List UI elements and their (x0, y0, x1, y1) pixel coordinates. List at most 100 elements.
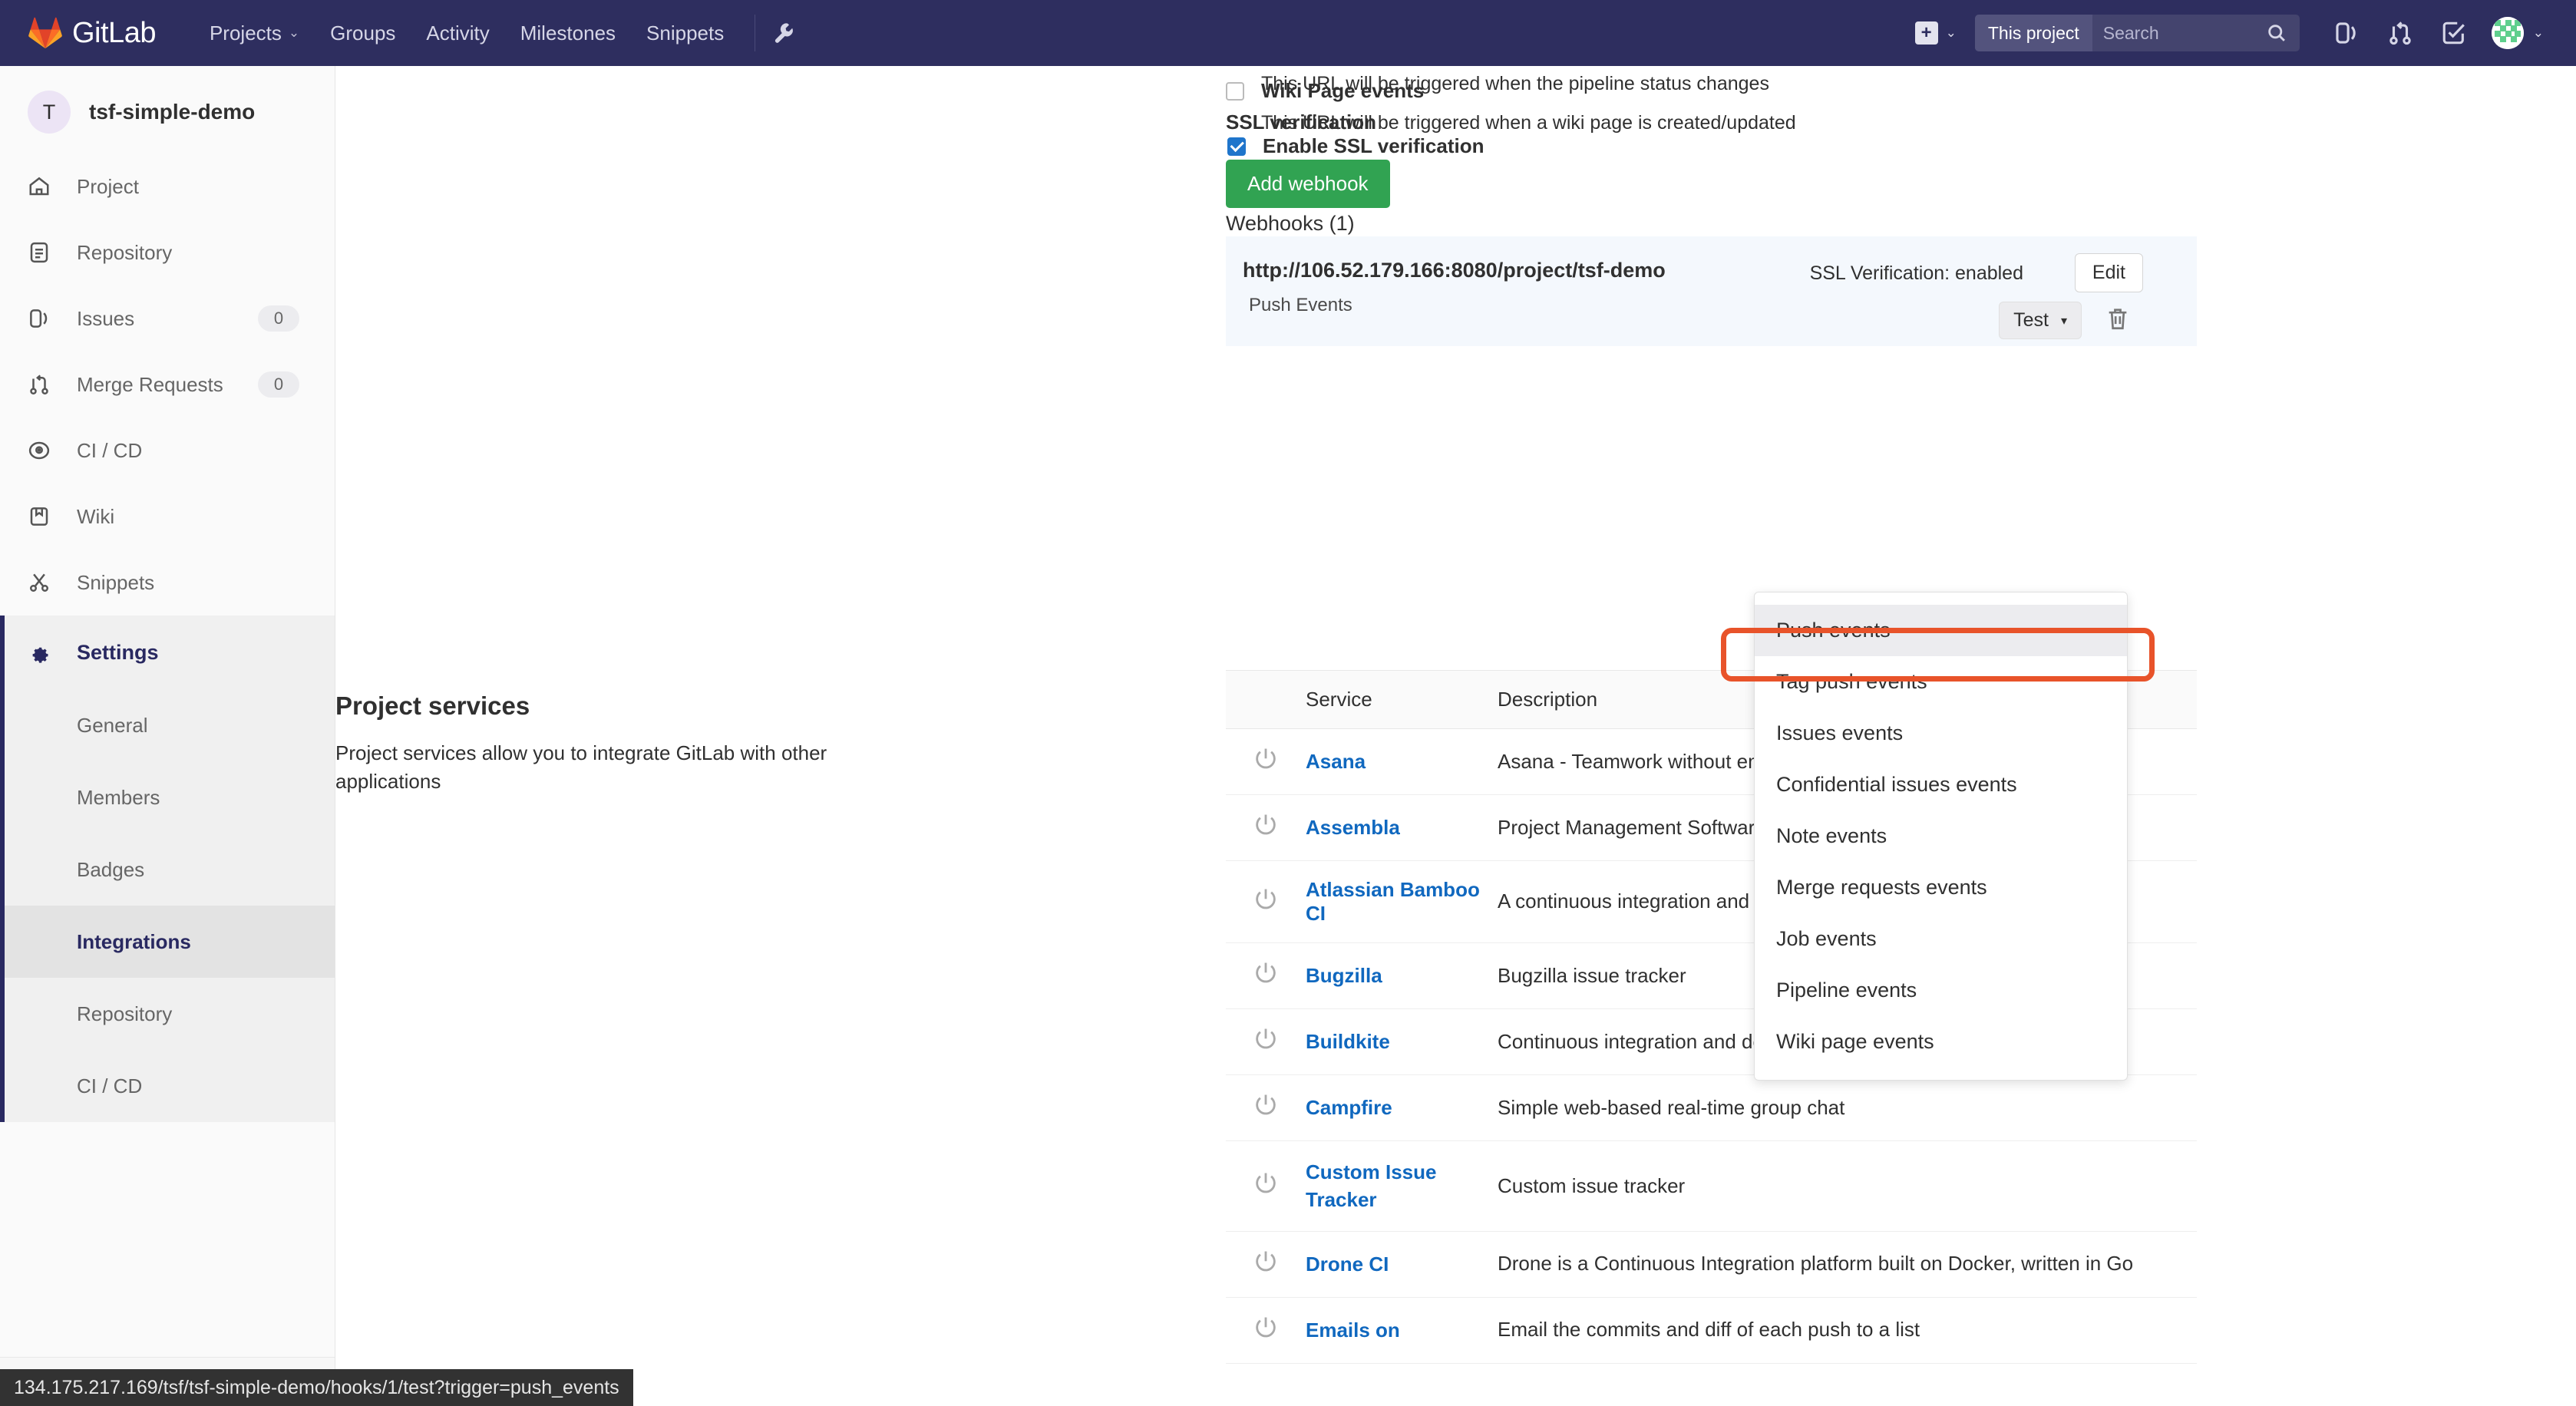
sidebar-item-project[interactable]: Project (0, 153, 335, 219)
gitlab-logo-icon[interactable] (28, 16, 63, 50)
issues-icon[interactable] (2332, 18, 2361, 48)
dropdown-item-note-events[interactable]: Note events (1755, 810, 2127, 862)
nav-item-groups[interactable]: Groups (315, 0, 411, 66)
power-icon[interactable] (1253, 1315, 1279, 1341)
service-toggle-cell[interactable] (1226, 1141, 1306, 1232)
wiki-page-events-checkbox[interactable] (1226, 82, 1244, 101)
dropdown-item-job-events[interactable]: Job events (1755, 913, 2127, 965)
todos-icon[interactable] (2439, 18, 2469, 48)
sidebar-item-badges[interactable]: Badges (0, 833, 335, 906)
dropdown-item-push-events[interactable]: Push events (1755, 605, 2127, 656)
sidebar-item-repository[interactable]: Repository (0, 219, 335, 285)
book-icon (28, 505, 58, 528)
dropdown-item-tag-push-events[interactable]: Tag push events (1755, 656, 2127, 708)
sidebar-sub-label: General (77, 714, 148, 738)
table-row[interactable]: Emails on Email the commits and diff of … (1226, 1297, 2197, 1363)
edit-webhook-button[interactable]: Edit (2075, 253, 2143, 292)
project-services-blurb: Project services Project services allow … (335, 691, 857, 796)
add-webhook-button[interactable]: Add webhook (1226, 160, 1390, 208)
gear-icon (28, 641, 58, 664)
webhook-url[interactable]: http://106.52.179.166:8080/project/tsf-d… (1243, 259, 1666, 282)
service-description: Simple web-based real-time group chat (1498, 1075, 2197, 1141)
user-menu[interactable]: ⌄ (2492, 17, 2544, 49)
power-icon[interactable] (1253, 886, 1279, 913)
nav-item-label: Groups (330, 21, 395, 45)
doc-icon (28, 241, 58, 264)
rocket-icon (28, 439, 58, 462)
service-link[interactable]: Campfire (1306, 1096, 1392, 1119)
search-input[interactable] (2092, 15, 2266, 51)
sidebar-item-label: Merge Requests (77, 373, 223, 397)
plus-icon: + (1915, 21, 1938, 45)
merge-requests-icon[interactable] (2386, 18, 2415, 48)
power-icon[interactable] (1253, 960, 1279, 986)
sidebar-item-issues[interactable]: Issues 0 (0, 285, 335, 352)
sidebar-item-settings-repository[interactable]: Repository (0, 978, 335, 1050)
service-link[interactable]: Bugzilla (1306, 964, 1382, 987)
table-row[interactable]: Custom Issue Tracker Custom issue tracke… (1226, 1141, 2197, 1232)
enable-ssl-checkbox[interactable] (1227, 137, 1246, 156)
service-toggle-cell[interactable] (1226, 1075, 1306, 1141)
sidebar-item-wiki[interactable]: Wiki (0, 484, 335, 550)
service-toggle-cell[interactable] (1226, 1009, 1306, 1075)
search-scope-label[interactable]: This project (1975, 15, 2092, 51)
service-toggle-cell[interactable] (1226, 943, 1306, 1009)
power-icon[interactable] (1253, 812, 1279, 838)
service-toggle-cell[interactable] (1226, 1231, 1306, 1297)
avatar (2492, 17, 2524, 49)
ssl-verification-heading: SSL verification (1226, 111, 1376, 134)
nav-item-activity[interactable]: Activity (411, 0, 504, 66)
sidebar-sub-label: Repository (77, 1002, 172, 1026)
nav-item-label: Milestones (520, 21, 616, 45)
sidebar-project-header[interactable]: T tsf-simple-demo (0, 66, 335, 153)
service-link[interactable]: Atlassian Bamboo CI (1306, 878, 1480, 925)
sidebar-item-integrations[interactable]: Integrations (0, 906, 335, 978)
table-row[interactable]: Campfire Simple web-based real-time grou… (1226, 1075, 2197, 1141)
service-link[interactable]: Asana (1306, 750, 1366, 773)
sidebar-item-ci-cd[interactable]: CI / CD (0, 418, 335, 484)
dropdown-item-wiki-page-events[interactable]: Wiki page events (1755, 1016, 2127, 1068)
service-link[interactable]: Buildkite (1306, 1030, 1390, 1053)
service-link[interactable]: Assembla (1306, 816, 1400, 839)
nav-item-milestones[interactable]: Milestones (505, 0, 631, 66)
webhook-card: http://106.52.179.166:8080/project/tsf-d… (1226, 236, 2197, 346)
trash-icon[interactable] (2105, 304, 2131, 333)
nav-item-projects[interactable]: Projects ⌄ (194, 0, 315, 66)
chevron-down-icon: ▾ (2061, 313, 2067, 328)
search-box[interactable]: This project (1975, 15, 2300, 51)
service-toggle-cell[interactable] (1226, 729, 1306, 795)
service-link[interactable]: Custom Issue Tracker (1306, 1160, 1437, 1211)
dropdown-item-pipeline-events[interactable]: Pipeline events (1755, 965, 2127, 1016)
wrench-icon[interactable] (771, 19, 798, 47)
chevron-down-icon: ⌄ (1946, 25, 1957, 41)
sidebar-badge-issues: 0 (258, 305, 299, 332)
enable-ssl-label: Enable SSL verification (1263, 134, 1485, 158)
table-row[interactable]: Drone CI Drone is a Continuous Integrati… (1226, 1231, 2197, 1297)
nav-item-snippets[interactable]: Snippets (631, 0, 739, 66)
test-webhook-dropdown-button[interactable]: Test ▾ (1999, 302, 2082, 339)
sidebar-item-merge-requests[interactable]: Merge Requests 0 (0, 352, 335, 418)
dropdown-item-merge-requests-events[interactable]: Merge requests events (1755, 862, 2127, 913)
service-toggle-cell[interactable] (1226, 795, 1306, 861)
sidebar-item-settings[interactable]: Settings (0, 616, 335, 689)
power-icon[interactable] (1253, 746, 1279, 772)
search-icon[interactable] (2266, 22, 2300, 44)
power-icon[interactable] (1253, 1170, 1279, 1196)
sidebar-item-snippets[interactable]: Snippets (0, 550, 335, 616)
webhook-events: Push Events (1249, 295, 1352, 316)
sidebar-item-members[interactable]: Members (0, 761, 335, 833)
service-link[interactable]: Drone CI (1306, 1253, 1389, 1276)
dropdown-item-confidential-issues-events[interactable]: Confidential issues events (1755, 759, 2127, 810)
sidebar-item-settings-ci-cd[interactable]: CI / CD (0, 1050, 335, 1122)
sidebar-badge-merge-requests: 0 (258, 371, 299, 398)
sidebar-item-general[interactable]: General (0, 689, 335, 761)
power-icon[interactable] (1253, 1026, 1279, 1052)
service-toggle-cell[interactable] (1226, 1297, 1306, 1363)
service-toggle-cell[interactable] (1226, 861, 1306, 943)
power-icon[interactable] (1253, 1092, 1279, 1118)
service-link[interactable]: Emails on (1306, 1319, 1400, 1342)
power-icon[interactable] (1253, 1249, 1279, 1275)
webhook-ssl-status: SSL Verification: enabled (1810, 262, 2023, 285)
new-item-button[interactable]: + ⌄ (1915, 21, 1957, 45)
dropdown-item-issues-events[interactable]: Issues events (1755, 708, 2127, 759)
